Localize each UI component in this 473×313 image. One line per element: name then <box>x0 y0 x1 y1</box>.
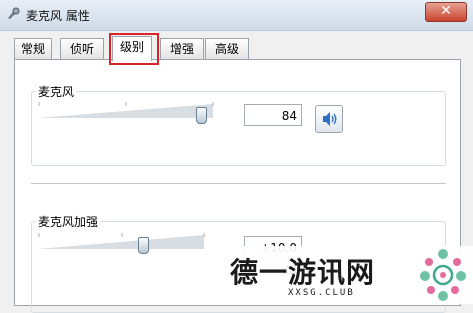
boost-slider-track[interactable] <box>38 235 204 249</box>
tab-general[interactable]: 常规 <box>14 38 52 59</box>
microphone-slider-track[interactable] <box>38 104 213 118</box>
microphone-group: 麦克风 84 <box>31 83 446 166</box>
microphone-slider-ticks <box>38 102 214 106</box>
title-bar: 麦克风 属性 ✕ <box>0 0 473 31</box>
divider <box>31 183 446 184</box>
microphone-boost-label: 麦克风加强 <box>36 213 101 230</box>
watermark-text: 德一游讯网 <box>230 256 376 289</box>
watermark-url: XXSG.CLUB <box>288 288 355 298</box>
microphone-label: 麦克风 <box>36 83 77 100</box>
tab-enhancements[interactable]: 增强 <box>160 38 204 59</box>
boost-slider-thumb[interactable] <box>138 237 149 254</box>
boost-slider-ticks <box>38 233 205 237</box>
close-button[interactable]: ✕ <box>425 2 467 22</box>
speaker-icon <box>323 112 337 126</box>
window-title: 麦克风 属性 <box>26 9 90 23</box>
tab-highlight-box <box>109 33 159 65</box>
mute-button[interactable] <box>315 105 343 133</box>
microphone-level-input[interactable]: 84 <box>244 104 302 126</box>
tab-listen[interactable]: 侦听 <box>60 38 104 59</box>
microphone-icon <box>8 7 20 19</box>
watermark-logo-icon <box>420 249 466 301</box>
watermark: 德一游讯网 XXSG.CLUB <box>214 246 473 304</box>
microphone-slider-thumb[interactable] <box>196 107 207 124</box>
tab-advanced[interactable]: 高级 <box>205 38 249 59</box>
